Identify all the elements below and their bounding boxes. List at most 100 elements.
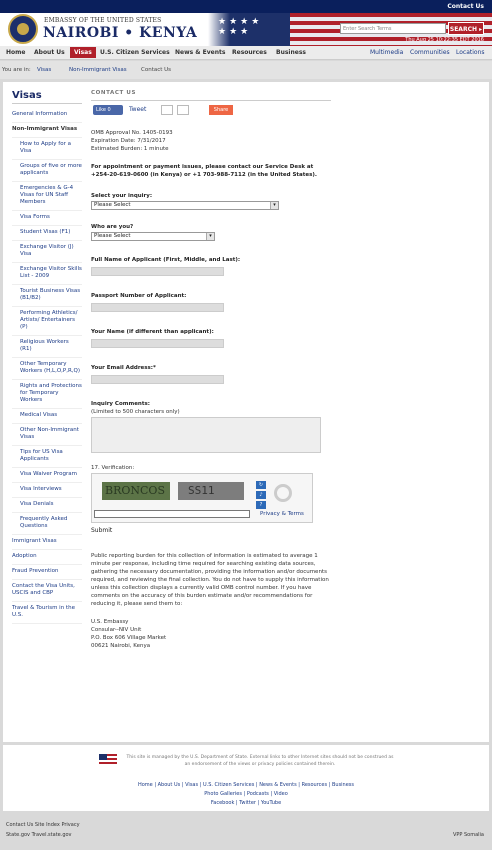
sidebar-nav: General Information Non-Immigrant Visas Ho…	[12, 108, 82, 624]
footer: This site is managed by the U.S. Departm…	[3, 745, 489, 811]
submit-button[interactable]: Submit	[91, 527, 331, 534]
vpp-somalia-link[interactable]: VPP Somalia	[453, 832, 484, 838]
nav-visas[interactable]: Visas	[70, 47, 96, 58]
sidebar-item[interactable]: Visa Denials	[12, 498, 82, 513]
email-field[interactable]	[91, 375, 224, 384]
bottom-links-row2[interactable]: State.gov Travel.state.gov	[6, 832, 72, 838]
sidebar-item[interactable]: Adoption	[12, 550, 82, 565]
sidebar-item[interactable]: Non-Immigrant Visas	[12, 123, 82, 138]
sidebar-item[interactable]: Contact the Visa Units, USCIS and CBP	[12, 580, 82, 602]
service-desk-notice: For appointment or payment issues, pleas…	[91, 164, 317, 178]
embassy-line: EMBASSY OF THE UNITED STATES	[44, 17, 162, 24]
omb-expiration: Expiration Date: 7/31/2017	[91, 138, 166, 144]
address-line: 00621 Nairobi, Kenya	[91, 643, 151, 649]
sidebar-item[interactable]: Visa Forms	[12, 211, 82, 226]
captcha-image-1: BRONCOS	[102, 482, 170, 500]
footer-links-media[interactable]: Photo Galleries | Podcasts | Video	[3, 791, 489, 797]
sidebar-item[interactable]: Fraud Prevention	[12, 565, 82, 580]
help-icon[interactable]: ?	[256, 501, 266, 509]
who-select[interactable]: Please Select ▾	[91, 232, 215, 241]
page-title: CONTACT US	[91, 90, 137, 96]
recaptcha-logo-icon	[274, 484, 292, 502]
who-label: Who are you?	[91, 224, 134, 230]
breadcrumb-non-immigrant[interactable]: Non-Immigrant Visas	[69, 67, 127, 73]
search-button[interactable]: SEARCH ▸	[448, 22, 484, 35]
city-title[interactable]: NAIROBI • KENYA	[43, 25, 197, 41]
omb-burden: Estimated Burden: 1 minute	[91, 146, 169, 152]
inquiry-select[interactable]: Please Select ▾	[91, 201, 279, 210]
verification-label: 17. Verification:	[91, 465, 135, 471]
sidebar-item[interactable]: General Information	[12, 108, 82, 123]
sidebar-item[interactable]: Student Visas (F1)	[12, 226, 82, 241]
nav-communities[interactable]: Communities	[410, 49, 450, 56]
bottom-links-row1[interactable]: Contact Us Site Index Privacy	[6, 822, 80, 828]
sidebar-item[interactable]: Tourist Business Visas (B1/B2)	[12, 285, 82, 307]
page-body: Visas General Information Non-Immigrant V…	[3, 82, 489, 742]
sidebar-item[interactable]: Visa Waiver Program	[12, 468, 82, 483]
sidebar-item[interactable]: Other Non-Immigrant Visas	[12, 424, 82, 446]
breadcrumb-current: Contact Us	[141, 67, 172, 73]
omb-info: OMB Approval No. 1405-0193 Expiration Da…	[91, 129, 331, 153]
nav-home[interactable]: Home	[6, 49, 25, 56]
sidebar-item[interactable]: Visa Interviews	[12, 483, 82, 498]
top-contact-us-link[interactable]: Contact Us	[447, 3, 484, 10]
nav-citizen-services[interactable]: U.S. Citizen Services	[100, 49, 170, 56]
captcha-image-2: SS11	[178, 482, 244, 500]
nav-about-us[interactable]: About Us	[34, 49, 65, 56]
nav-multimedia[interactable]: Multimedia	[370, 49, 403, 56]
sidebar-item[interactable]: Other Temporary Workers (H,L,O,P,R,Q)	[12, 358, 82, 380]
refresh-icon[interactable]: ↻	[256, 481, 266, 489]
embassy-seal-icon[interactable]	[8, 14, 38, 44]
sidebar-item[interactable]: Rights and Protections for Temporary Wor…	[12, 380, 82, 409]
email-label: Your Email Address:*	[91, 365, 156, 371]
title-divider	[91, 100, 331, 101]
main-content: CONTACT US Like 0 Tweet Share OMB Approv…	[91, 90, 331, 650]
bottom-bar: Contact Us Site Index Privacy State.gov …	[0, 814, 492, 850]
comments-label: Inquiry Comments:	[91, 401, 150, 407]
share-count-box	[177, 105, 189, 115]
chevron-down-icon: ▾	[206, 233, 214, 240]
sidebar-item[interactable]: Tips for US Visa Applicants	[12, 446, 82, 468]
sidebar-item[interactable]: Exchange Visitor Skills List - 2009	[12, 263, 82, 285]
sidebar-item[interactable]: How to Apply for a Visa	[12, 138, 82, 160]
nav-business[interactable]: Business	[276, 49, 306, 56]
inquiry-select-value: Please Select	[94, 202, 131, 208]
nav-resources[interactable]: Resources	[232, 49, 267, 56]
your-name-field[interactable]	[91, 339, 224, 348]
nav-locations[interactable]: Locations	[456, 49, 485, 56]
top-bar: Contact Us	[0, 0, 492, 13]
passport-label: Passport Number of Applicant:	[91, 293, 187, 299]
sidebar-item[interactable]: Religious Workers (R1)	[12, 336, 82, 358]
address-line: U.S. Embassy	[91, 619, 129, 625]
footer-links-main[interactable]: Home | About Us | Visas | U.S. Citizen S…	[3, 782, 489, 788]
search-input[interactable]: Enter Search Terms	[340, 23, 446, 34]
address-line: Consular--NIV Unit	[91, 627, 142, 633]
comments-sublabel: (Limited to 500 characters only)	[91, 409, 180, 415]
captcha-answer-input[interactable]	[94, 510, 250, 518]
privacy-terms-link[interactable]: Privacy & Terms	[260, 511, 304, 517]
sidebar-item[interactable]: Travel & Tourism in the U.S.	[12, 602, 82, 624]
sidebar-item[interactable]: Frequently Asked Questions	[12, 513, 82, 535]
main-nav: Home About Us Visas U.S. Citizen Service…	[0, 46, 492, 60]
passport-number-field[interactable]	[91, 303, 224, 312]
sidebar-item[interactable]: Immigrant Visas	[12, 535, 82, 550]
burden-statement: Public reporting burden for this collect…	[91, 553, 329, 607]
nav-news-events[interactable]: News & Events	[175, 49, 225, 56]
sidebar-item[interactable]: Medical Visas	[12, 409, 82, 424]
tweet-count-box	[161, 105, 173, 115]
share-button[interactable]: Share	[209, 105, 233, 115]
applicant-name-field[interactable]	[91, 267, 224, 276]
sidebar-item[interactable]: Groups of five or more applicants	[12, 160, 82, 182]
site-header: EMBASSY OF THE UNITED STATES NAIROBI • K…	[0, 13, 492, 46]
sidebar-item[interactable]: Performing Athletics/ Artists/ Entertain…	[12, 307, 82, 336]
sidebar-item[interactable]: Exchange Visitor (J) Visa	[12, 241, 82, 263]
comments-textarea[interactable]	[91, 417, 321, 453]
audio-icon[interactable]: ♪	[256, 491, 266, 499]
footer-links-social[interactable]: Facebook | Twitter | YouTube	[3, 800, 489, 806]
tweet-button[interactable]: Tweet	[129, 106, 146, 113]
facebook-like-button[interactable]: Like 0	[93, 105, 123, 115]
flag-stars-icon: ★★★★ ★★★	[218, 17, 263, 37]
sidebar-item[interactable]: Emergencies & G-4 Visas for UN Staff Mem…	[12, 182, 82, 211]
captcha-widget: BRONCOS SS11 ↻ ♪ ? Privacy & Terms	[91, 473, 313, 523]
breadcrumb-visas[interactable]: Visas	[37, 67, 51, 73]
